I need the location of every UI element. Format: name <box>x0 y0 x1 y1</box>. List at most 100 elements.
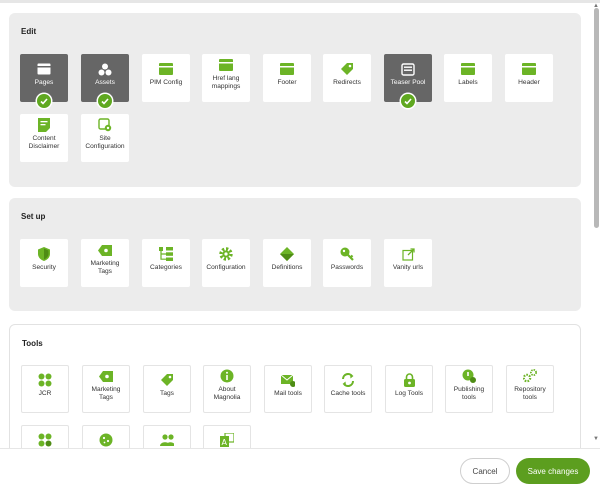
tile-marketing-tags-tool[interactable]: Marketing Tags <box>82 365 130 413</box>
info-icon <box>220 369 234 383</box>
tile-label: Repository tools <box>514 386 546 401</box>
save-changes-button[interactable]: Save changes <box>516 458 590 484</box>
tile-site-configuration[interactable]: Site Configuration <box>81 114 129 162</box>
tile-security[interactable]: Security <box>20 239 68 287</box>
key-icon <box>340 247 354 261</box>
assets-icon <box>98 62 112 76</box>
tile-users[interactable] <box>143 425 191 448</box>
tile-label: Site Configuration <box>85 135 125 150</box>
tile-label: Header <box>518 79 540 86</box>
tile-passwords[interactable]: Passwords <box>323 239 371 287</box>
gear-icon <box>219 247 233 261</box>
setup-section-title: Set up <box>21 212 46 221</box>
cache-icon <box>341 373 355 387</box>
cancel-button[interactable]: Cancel <box>460 458 510 484</box>
tag-icon <box>99 369 113 383</box>
publishing-icon <box>462 369 476 383</box>
tile-label: Pages <box>34 79 54 86</box>
pim-config-icon <box>159 62 173 76</box>
scrollbar-thumb[interactable] <box>594 8 599 228</box>
tools-section-title: Tools <box>22 339 43 348</box>
tile-content-disclaimer[interactable]: Content Disclaimer <box>20 114 68 162</box>
tile-label: Marketing Tags <box>90 260 120 275</box>
tile-nodes-gear[interactable] <box>21 425 69 448</box>
repository-icon <box>523 369 537 383</box>
tile-label: Tags <box>160 390 174 397</box>
tile-marketing-tags[interactable]: Marketing Tags <box>81 239 129 287</box>
tile-mail-tools[interactable]: Mail tools <box>264 365 312 413</box>
redirects-icon <box>340 62 354 76</box>
tile-header[interactable]: Header <box>505 54 553 102</box>
edit-section: Edit Pages Assets PIM Config Href lang m… <box>9 13 581 187</box>
content-disclaimer-icon <box>37 118 51 132</box>
tile-label: Configuration <box>206 264 246 271</box>
tile-labels[interactable]: Labels <box>444 54 492 102</box>
tag-icon <box>98 243 112 257</box>
tile-cache-tools[interactable]: Cache tools <box>324 365 372 413</box>
tile-label: Redirects <box>333 79 361 86</box>
translate-icon: A <box>220 433 234 447</box>
tile-label: Href lang mappings <box>211 75 241 90</box>
tile-label: Passwords <box>330 264 364 271</box>
tile-label: PIM Config <box>149 79 183 86</box>
checkmark-icon <box>98 94 112 108</box>
tile-about-magnolia[interactable]: About Magnolia <box>203 365 251 413</box>
cookie-icon <box>99 433 113 447</box>
diamond-icon <box>280 247 294 261</box>
tools-section: Tools JCR Marketing Tags Tags About Magn… <box>9 324 581 448</box>
users-icon <box>160 433 174 447</box>
svg-text:A: A <box>222 438 228 447</box>
checkmark-icon <box>401 94 415 108</box>
tile-label: Security <box>32 264 56 271</box>
tile-label: Cache tools <box>330 390 366 397</box>
pages-icon <box>37 62 51 76</box>
nodes-gear-icon <box>38 433 52 447</box>
shield-icon <box>37 247 51 261</box>
labels-icon <box>461 62 475 76</box>
tags-icon <box>160 373 174 387</box>
tile-label: JCR <box>38 390 52 397</box>
tile-label: Log Tools <box>394 390 424 397</box>
teaser-pool-icon <box>401 62 415 76</box>
tile-href-lang-mappings[interactable]: Href lang mappings <box>202 54 250 102</box>
tile-label: Vanity urls <box>392 264 424 271</box>
apps-configuration-panel: Edit Pages Assets PIM Config Href lang m… <box>0 3 593 448</box>
tile-translate[interactable]: A <box>203 425 251 448</box>
setup-section: Set up Security Marketing Tags Categorie… <box>9 198 581 311</box>
categories-icon <box>159 247 173 261</box>
tile-teaser-pool[interactable]: Teaser Pool <box>384 54 432 108</box>
footer-icon <box>280 62 294 76</box>
log-icon <box>402 373 416 387</box>
tile-configuration[interactable]: Configuration <box>202 239 250 287</box>
tile-label: Content Disclaimer <box>28 135 60 150</box>
tile-cookie[interactable] <box>82 425 130 448</box>
tile-label: Definitions <box>271 264 303 271</box>
scroll-down-arrow-icon[interactable]: ▼ <box>593 436 599 442</box>
external-link-icon <box>401 247 415 261</box>
checkmark-icon <box>37 94 51 108</box>
tile-redirects[interactable]: Redirects <box>323 54 371 102</box>
tile-footer[interactable]: Footer <box>263 54 311 102</box>
tile-pim-config[interactable]: PIM Config <box>142 54 190 102</box>
dialog-footer: Cancel Save changes <box>0 448 600 489</box>
tile-label: Marketing Tags <box>91 386 121 401</box>
tile-tags[interactable]: Tags <box>143 365 191 413</box>
header-icon <box>522 62 536 76</box>
tile-assets[interactable]: Assets <box>81 54 129 108</box>
tile-label: Publishing tools <box>453 386 485 401</box>
tile-repository-tools[interactable]: Repository tools <box>506 365 554 413</box>
tile-label: Assets <box>95 79 115 86</box>
tile-label: Teaser Pool <box>390 79 426 86</box>
tile-label: Footer <box>277 79 297 86</box>
tile-categories[interactable]: Categories <box>142 239 190 287</box>
tile-label: Mail tools <box>274 390 302 397</box>
tile-definitions[interactable]: Definitions <box>263 239 311 287</box>
tile-vanity-urls[interactable]: Vanity urls <box>384 239 432 287</box>
site-configuration-icon <box>98 118 112 132</box>
tile-label: Labels <box>458 79 478 86</box>
jcr-icon <box>38 373 52 387</box>
tile-log-tools[interactable]: Log Tools <box>385 365 433 413</box>
tile-pages[interactable]: Pages <box>20 54 68 108</box>
tile-publishing-tools[interactable]: Publishing tools <box>445 365 493 413</box>
tile-jcr[interactable]: JCR <box>21 365 69 413</box>
